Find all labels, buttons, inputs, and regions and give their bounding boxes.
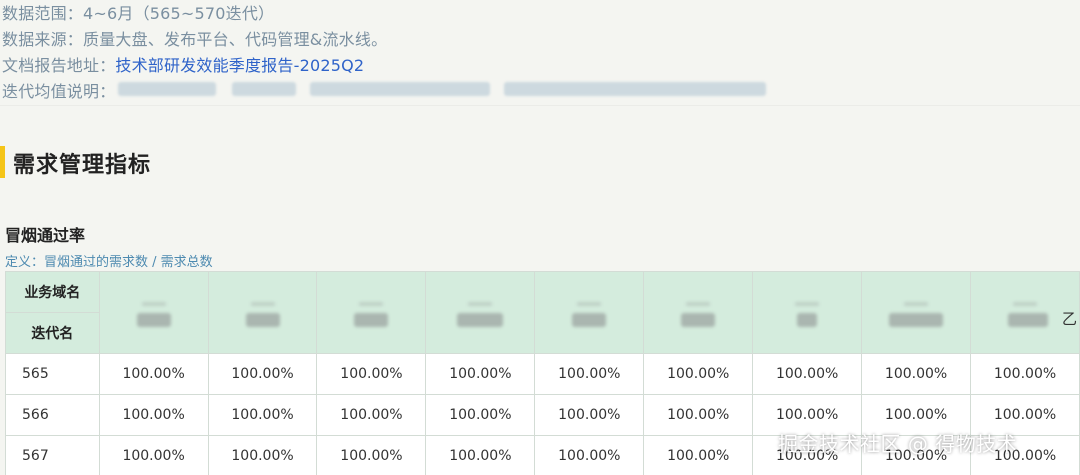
value-cell: 100.00%	[316, 353, 427, 395]
iteration-cell: 565	[5, 353, 100, 395]
corner-header-iteration: 迭代名	[5, 312, 100, 354]
column-header	[316, 271, 427, 354]
column-header-fragment: 乙	[1061, 310, 1077, 328]
value-cell: 100.00%	[534, 435, 645, 475]
redacted-text	[310, 82, 490, 96]
value-cell: 100.00%	[316, 394, 427, 436]
iteration-average-label: 迭代均值说明：	[2, 82, 116, 101]
value-cell: 100.00%	[425, 353, 536, 395]
value-cell: 100.00%	[425, 394, 536, 436]
iteration-average-line: 迭代均值说明：	[2, 78, 115, 102]
value-cell: 100.00%	[425, 435, 536, 475]
column-header: 乙	[970, 271, 1080, 354]
section-title: 需求管理指标	[13, 153, 152, 178]
corner-header-domain: 业务域名	[5, 271, 100, 313]
watermark: 掘金技术社区 @ 得物技术	[778, 432, 1018, 456]
value-cell: 100.00%	[207, 394, 318, 436]
value-cell: 100.00%	[534, 353, 645, 395]
data-source-line: 数据来源：质量大盘、发布平台、代码管理&流水线。	[2, 30, 388, 49]
value-cell: 100.00%	[98, 394, 209, 436]
column-header	[861, 271, 972, 354]
value-cell: 100.00%	[207, 435, 318, 475]
column-header	[643, 271, 754, 354]
column-header	[425, 271, 536, 354]
value-cell: 100.00%	[534, 394, 645, 436]
value-cell: 100.00%	[970, 353, 1080, 395]
column-header	[98, 271, 209, 354]
section-accent-bar	[0, 146, 5, 178]
value-cell: 100.00%	[643, 353, 754, 395]
section-divider	[0, 105, 1080, 106]
iteration-cell: 567	[5, 435, 100, 475]
column-header	[534, 271, 645, 354]
doc-report-link[interactable]: 技术部研发效能季度报告-2025Q2	[115, 56, 364, 75]
doc-address-line: 文档报告地址：技术部研发效能季度报告-2025Q2	[2, 52, 364, 76]
value-cell: 100.00%	[98, 353, 209, 395]
data-range-line: 数据范围：4~6月（565~570迭代）	[2, 4, 275, 23]
value-cell: 100.00%	[861, 353, 972, 395]
metric-definition: 定义：冒烟通过的需求数 / 需求总数	[5, 255, 213, 270]
value-cell: 100.00%	[98, 435, 209, 475]
column-header	[207, 271, 318, 354]
redacted-text	[118, 82, 216, 96]
value-cell: 100.00%	[643, 435, 754, 475]
table-row: 565 100.00% 100.00% 100.00% 100.00% 100.…	[5, 353, 1080, 395]
value-cell: 100.00%	[752, 353, 863, 395]
redacted-text	[232, 82, 296, 96]
redacted-text	[504, 82, 766, 96]
value-cell: 100.00%	[207, 353, 318, 395]
metric-title: 冒烟通过率	[5, 226, 86, 245]
doc-address-label: 文档报告地址：	[2, 56, 116, 75]
iteration-cell: 566	[5, 394, 100, 436]
value-cell: 100.00%	[316, 435, 427, 475]
column-header	[752, 271, 863, 354]
value-cell: 100.00%	[643, 394, 754, 436]
